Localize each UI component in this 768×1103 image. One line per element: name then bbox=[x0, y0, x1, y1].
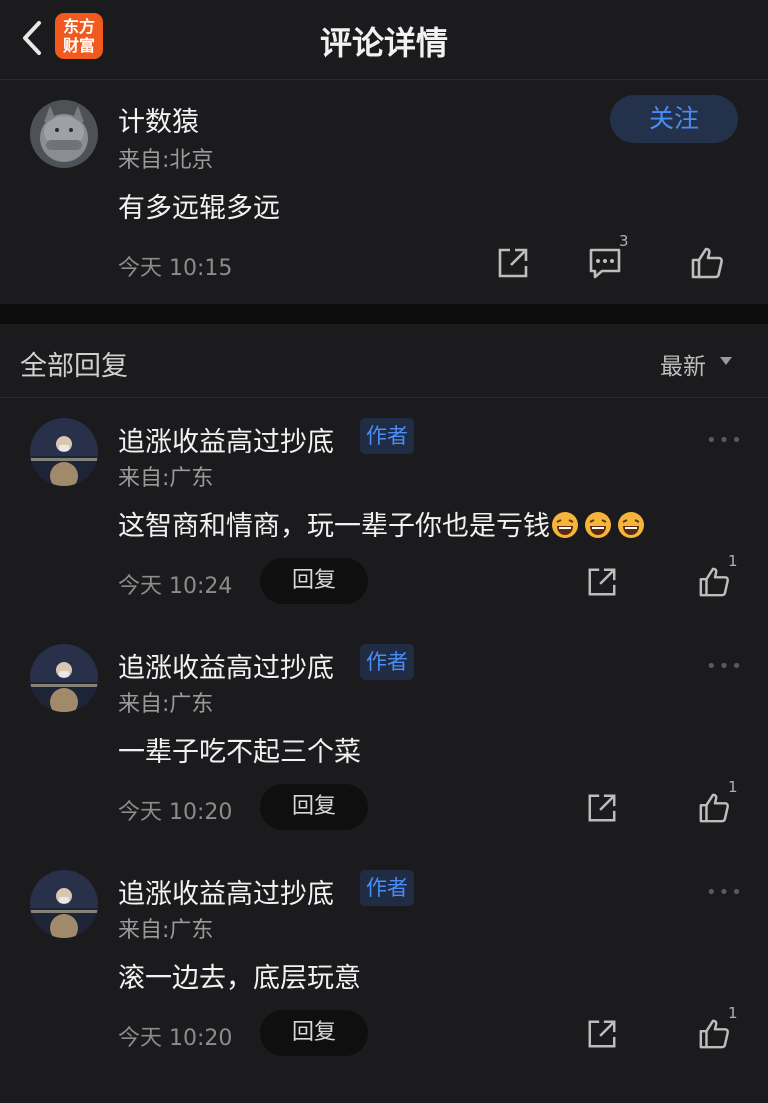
sort-dropdown[interactable]: 最新 bbox=[660, 347, 706, 381]
comment-count-badge: 3 bbox=[619, 232, 629, 250]
reply-button[interactable]: 回复 bbox=[260, 784, 368, 830]
comment-time: 今天 10:24 bbox=[118, 574, 233, 599]
top-bar: 东方 财富 评论详情 bbox=[0, 0, 768, 80]
user-name[interactable]: 追涨收益高过抄底 bbox=[118, 872, 334, 911]
reply-button[interactable]: 回复 bbox=[260, 1010, 368, 1056]
avatar[interactable] bbox=[30, 418, 98, 486]
section-title: 全部回复 bbox=[20, 351, 128, 382]
person-avatar-image bbox=[30, 644, 98, 712]
comment-text: 一辈子吃不起三个菜 bbox=[118, 737, 361, 768]
reply-item: 追涨收益高过抄底 作者 ••• 来自:广东 滚一边去，底层玩意 今天 10:20… bbox=[0, 850, 768, 1076]
comment-text-body: 这智商和情商，玩一辈子你也是亏钱 bbox=[118, 511, 550, 542]
avatar[interactable] bbox=[30, 644, 98, 712]
author-tag: 作者 bbox=[360, 644, 414, 680]
user-name[interactable]: 计数猿 bbox=[118, 100, 199, 139]
like-icon[interactable] bbox=[698, 792, 730, 824]
avatar[interactable] bbox=[30, 100, 98, 168]
more-options-icon[interactable]: ••• bbox=[706, 882, 744, 903]
like-icon[interactable] bbox=[698, 1018, 730, 1050]
user-location: 来自:广东 bbox=[118, 466, 214, 491]
reply-item: 追涨收益高过抄底 作者 ••• 来自:广东 这智商和情商，玩一辈子你也是亏钱 今… bbox=[0, 398, 768, 624]
author-tag: 作者 bbox=[360, 870, 414, 906]
page-title: 评论详情 bbox=[319, 24, 448, 62]
laughing-emoji-icon bbox=[552, 512, 578, 538]
cat-avatar-image bbox=[30, 100, 98, 168]
main-comment: 计数猿 来自:北京 关注 有多远辊多远 今天 10:15 3 bbox=[0, 80, 768, 304]
share-icon[interactable] bbox=[586, 566, 618, 598]
user-name[interactable]: 追涨收益高过抄底 bbox=[118, 646, 334, 685]
section-divider bbox=[0, 304, 768, 324]
user-location: 来自:广东 bbox=[118, 692, 214, 717]
comment-text: 滚一边去，底层玩意 bbox=[118, 963, 361, 994]
like-count-badge: 1 bbox=[728, 552, 738, 570]
comment-icon[interactable] bbox=[588, 246, 622, 280]
like-count-badge: 1 bbox=[728, 1004, 738, 1022]
person-avatar-image bbox=[30, 870, 98, 938]
comment-time: 今天 10:15 bbox=[118, 256, 233, 281]
laughing-emoji-icon bbox=[585, 512, 611, 538]
like-icon[interactable] bbox=[698, 566, 730, 598]
person-avatar-image bbox=[30, 418, 98, 486]
comment-text: 这智商和情商，玩一辈子你也是亏钱 bbox=[118, 504, 646, 543]
user-location: 来自:广东 bbox=[118, 918, 214, 943]
like-count-badge: 1 bbox=[728, 778, 738, 796]
user-name[interactable]: 追涨收益高过抄底 bbox=[118, 420, 334, 459]
share-icon[interactable] bbox=[586, 792, 618, 824]
laughing-emoji-icon bbox=[618, 512, 644, 538]
user-location: 来自:北京 bbox=[118, 148, 214, 173]
replies-header: 全部回复 最新 bbox=[0, 324, 768, 398]
comment-text: 有多远辊多远 bbox=[118, 193, 280, 224]
share-icon[interactable] bbox=[586, 1018, 618, 1050]
comment-time: 今天 10:20 bbox=[118, 1026, 233, 1051]
author-tag: 作者 bbox=[360, 418, 414, 454]
follow-button[interactable]: 关注 bbox=[610, 95, 738, 143]
more-options-icon[interactable]: ••• bbox=[706, 430, 744, 451]
more-options-icon[interactable]: ••• bbox=[706, 656, 744, 677]
reply-item: 追涨收益高过抄底 作者 ••• 来自:广东 一辈子吃不起三个菜 今天 10:20… bbox=[0, 624, 768, 850]
avatar[interactable] bbox=[30, 870, 98, 938]
comment-time: 今天 10:20 bbox=[118, 800, 233, 825]
like-icon[interactable] bbox=[690, 246, 724, 280]
share-icon[interactable] bbox=[496, 246, 530, 280]
caret-down-icon[interactable] bbox=[720, 357, 732, 365]
reply-button[interactable]: 回复 bbox=[260, 558, 368, 604]
